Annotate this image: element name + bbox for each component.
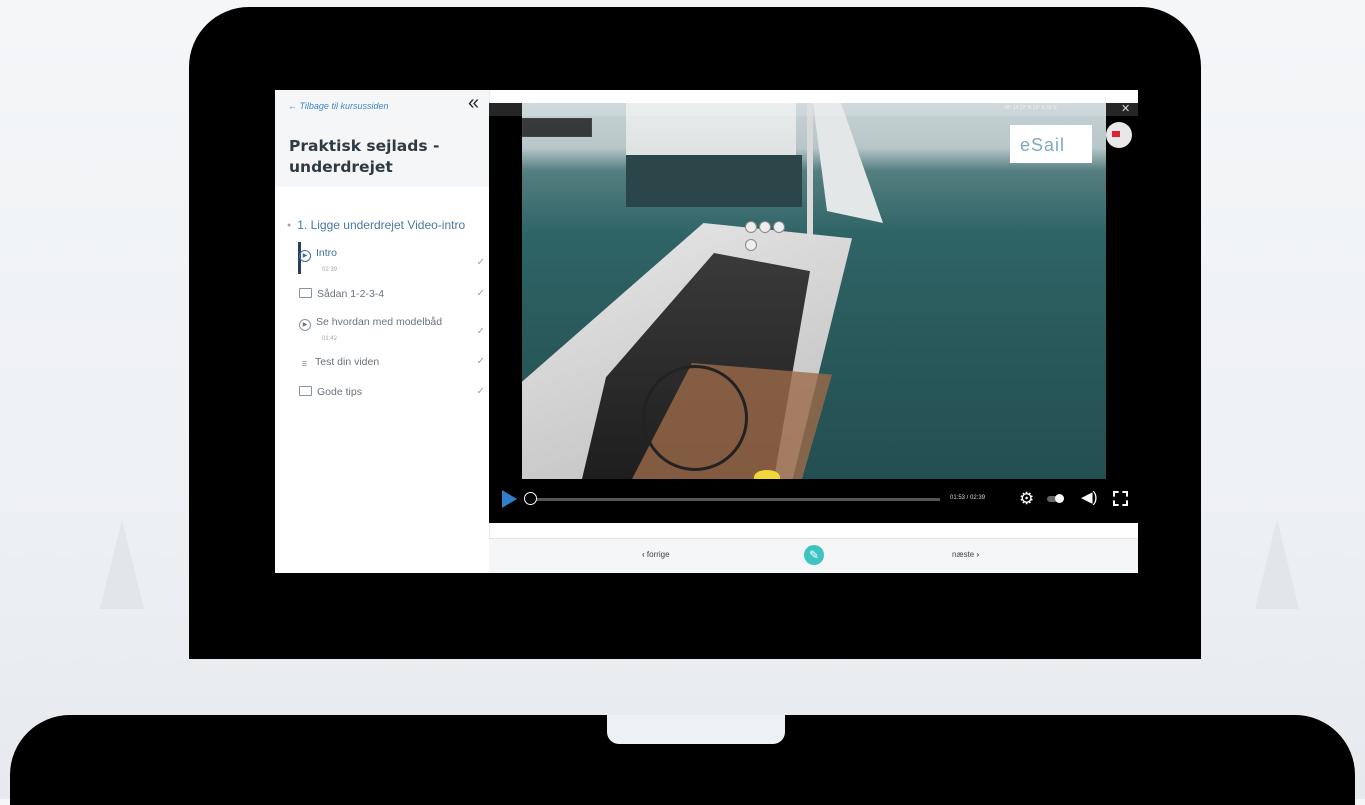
play-circle-icon: ▶ — [299, 250, 311, 262]
book-icon — [299, 288, 312, 298]
lesson-duration: 02:39 — [322, 267, 338, 273]
chapter-label: 1. Ligge underdrejet Video-intro — [297, 218, 466, 232]
mast — [807, 103, 813, 253]
check-icon: ✓ — [476, 288, 485, 299]
bullet-icon: ● — [287, 222, 292, 230]
hud-coordinates: 48° 14.37' N 25° 8.35' E — [1004, 105, 1058, 111]
close-icon: ✕ — [1121, 103, 1131, 115]
check-icon: ✓ — [476, 386, 485, 397]
jib-sail — [813, 103, 883, 223]
chevron-left-icon: ‹ — [642, 550, 645, 559]
video-time: 01:53 / 02:39 — [950, 495, 986, 501]
sidebar-header: ← Tilbage til kursussiden « Praktisk sej… — [275, 90, 489, 187]
check-icon: ✓ — [476, 326, 485, 337]
chevron-right-icon: › — [976, 550, 980, 559]
fullscreen-icon[interactable] — [1113, 491, 1128, 506]
check-icon: ✓ — [476, 356, 485, 367]
gear-icon[interactable]: ⚙ — [1019, 490, 1034, 507]
progress-bar[interactable] — [530, 498, 940, 501]
lesson-label: Sådan 1-2-3-4 — [317, 288, 385, 300]
sim-mini-panel — [522, 118, 592, 137]
club-logo — [1106, 122, 1132, 148]
back-to-course-link[interactable]: ← Tilbage til kursussiden — [288, 101, 388, 111]
play-icon[interactable] — [502, 490, 517, 508]
lesson-item-tips[interactable]: Gode tips ✓ — [299, 386, 485, 398]
book-icon — [299, 386, 312, 396]
esail-logo: eSail — [1020, 135, 1066, 155]
sim-icons — [745, 220, 797, 251]
lesson-item-intro[interactable]: ▶ Intro 02:39 ✓ — [299, 247, 485, 273]
esail-logo-box: eSail — [1010, 125, 1092, 163]
progress-knob[interactable] — [524, 492, 537, 505]
previous-link[interactable]: ‹ forrige — [642, 550, 670, 559]
double-chevron-left-icon[interactable]: « — [468, 93, 479, 113]
edit-icon[interactable]: ✎ — [804, 545, 824, 565]
lesson-duration: 01:42 — [322, 336, 338, 342]
lesson-navigation: ‹ forrige ✎ næste › — [489, 538, 1138, 573]
video-player[interactable]: 48° 14.37' N 25° 8.35' E ✕ eSail 01:53 /… — [489, 103, 1138, 523]
next-link[interactable]: næste › — [952, 550, 979, 559]
quiz-icon: ☰ — [301, 362, 308, 368]
lesson-label: Gode tips — [317, 386, 362, 398]
volume-icon[interactable]: ◀) — [1081, 490, 1098, 506]
previous-label: forrige — [646, 550, 670, 559]
lesson-label: Intro — [316, 247, 338, 259]
steering-wheel — [642, 365, 748, 471]
boom-cover — [626, 155, 802, 207]
course-sidebar: ← Tilbage til kursussiden « Praktisk sej… — [275, 90, 490, 573]
lesson-label: Test din viden — [315, 356, 380, 368]
autoplay-toggle[interactable] — [1047, 494, 1064, 503]
check-icon: ✓ — [476, 257, 485, 268]
course-title: Praktisk sejlads - underdrejet — [289, 137, 440, 176]
app-screen: ← Tilbage til kursussiden « Praktisk sej… — [275, 90, 1138, 573]
laptop-notch — [607, 715, 785, 744]
next-label: næste — [952, 550, 975, 559]
lesson-item-modelbad[interactable]: ▶ Se hvordan med modelbåd 01:42 ✓ — [299, 316, 485, 342]
lesson-item-sadan[interactable]: Sådan 1-2-3-4 ✓ — [299, 288, 485, 300]
lesson-label: Se hvordan med modelbåd — [316, 316, 443, 328]
background-sail — [1255, 519, 1299, 609]
video-controls: 01:53 / 02:39 ⚙ ◀) — [489, 479, 1138, 523]
background-sail — [100, 519, 144, 609]
chapter-heading[interactable]: ● 1. Ligge underdrejet Video-intro — [287, 218, 465, 232]
play-circle-icon: ▶ — [299, 319, 311, 331]
lesson-item-test[interactable]: ☰ Test din viden ✓ — [299, 356, 485, 368]
